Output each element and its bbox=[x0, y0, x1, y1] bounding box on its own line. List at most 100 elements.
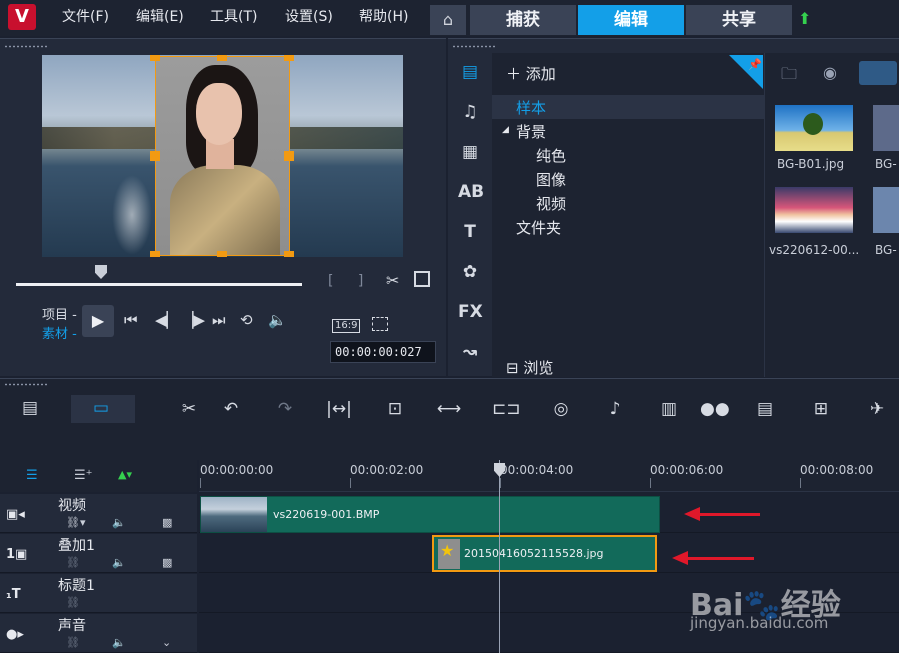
panel-grip[interactable] bbox=[452, 45, 496, 48]
timecode-field[interactable]: 00:00:00:027 bbox=[330, 341, 436, 363]
repeat-icon[interactable]: ⟲ bbox=[240, 311, 253, 329]
link-icon[interactable]: ⛓▾ bbox=[66, 516, 86, 529]
scrub-bar[interactable] bbox=[16, 283, 302, 286]
upload-icon[interactable]: ⬆ bbox=[798, 10, 816, 28]
mute-icon[interactable]: 🔈 bbox=[112, 636, 126, 649]
instant-project-icon[interactable]: ▦ bbox=[458, 141, 482, 163]
crop-icon[interactable] bbox=[372, 317, 388, 331]
scrub-thumb[interactable] bbox=[95, 265, 107, 279]
media-icon[interactable]: ▤ bbox=[458, 61, 482, 83]
timeline-view-button[interactable]: ▭ bbox=[71, 395, 135, 423]
aspect-ratio-selector[interactable]: 16:9 bbox=[332, 319, 361, 333]
view-toggle-button[interactable] bbox=[859, 61, 897, 85]
mixer-icon[interactable]: ◎ bbox=[548, 399, 574, 419]
tree-item-video[interactable]: 视频 bbox=[536, 193, 566, 214]
resize-handle[interactable] bbox=[284, 55, 294, 61]
graphic-icon[interactable]: ✿ bbox=[458, 261, 482, 283]
path-icon[interactable]: ↝ bbox=[458, 341, 482, 363]
home-button[interactable]: ⌂ bbox=[430, 5, 466, 35]
ripple-icon[interactable]: ▩ bbox=[162, 516, 172, 529]
capture-icon[interactable]: ◉ bbox=[823, 63, 837, 82]
track-header-voice[interactable]: ●▸ 声音 ⛓ 🔈 ⌄ bbox=[0, 614, 197, 653]
resize-handle[interactable] bbox=[284, 251, 294, 257]
track-header-title1[interactable]: ₁T 标题1 ⛓ bbox=[0, 574, 197, 613]
mute-icon[interactable]: 🔈 bbox=[112, 516, 126, 529]
filter-icon[interactable]: FX bbox=[458, 301, 483, 323]
tree-item-solid[interactable]: 纯色 bbox=[536, 145, 566, 166]
scissors-icon[interactable]: ✂ bbox=[386, 271, 399, 290]
library-thumb-vs220612[interactable] bbox=[775, 187, 853, 233]
tree-item-folder[interactable]: 文件夹 bbox=[516, 217, 561, 238]
link-icon[interactable]: ⛓ bbox=[66, 636, 80, 649]
panel-grip[interactable] bbox=[4, 383, 48, 386]
tree-item-image[interactable]: 图像 bbox=[536, 169, 566, 190]
panel-grip[interactable] bbox=[4, 45, 48, 48]
ripple-icon[interactable]: ▩ bbox=[162, 556, 172, 569]
split-icon[interactable]: ⟷ bbox=[436, 399, 462, 419]
fit-icon[interactable]: |↔| bbox=[326, 399, 352, 419]
tools-icon[interactable]: ✂ bbox=[176, 399, 202, 419]
go-end-icon[interactable]: ⏭ bbox=[212, 311, 226, 329]
add-track-icon[interactable]: ☰⁺ bbox=[74, 468, 93, 483]
mode-clip-label[interactable]: 素材 - bbox=[42, 323, 77, 342]
library-thumb-bg-partial[interactable] bbox=[873, 187, 899, 233]
tab-capture[interactable]: 捕获 bbox=[470, 5, 576, 35]
redo-icon[interactable]: ↷ bbox=[272, 399, 298, 419]
split-screen-icon[interactable]: ⊞ bbox=[808, 399, 834, 419]
play-button[interactable]: ▶ bbox=[82, 305, 114, 337]
timeline-ruler[interactable]: 00:00:00:00 00:00:02:00 00:00:04:00 00:0… bbox=[199, 460, 899, 492]
mute-icon[interactable]: 🔈 bbox=[112, 556, 126, 569]
storyboard-view-button[interactable]: ▤ bbox=[2, 395, 66, 423]
next-frame-icon[interactable]: ▕▶ bbox=[182, 311, 205, 329]
library-thumb-bg-b01[interactable] bbox=[775, 105, 853, 151]
title-icon[interactable]: T bbox=[458, 221, 482, 243]
link-icon[interactable]: ⛓ bbox=[66, 556, 80, 569]
mark-in-out-buttons[interactable]: [ ] bbox=[328, 273, 373, 289]
collapse-triangle-icon[interactable]: ◢ bbox=[502, 125, 509, 135]
resize-handle[interactable] bbox=[284, 151, 294, 161]
menu-settings[interactable]: 设置(S) bbox=[285, 6, 333, 26]
mask-icon[interactable]: ●● bbox=[700, 399, 730, 419]
menu-help[interactable]: 帮助(H) bbox=[359, 6, 408, 26]
freeze-icon[interactable]: ⊡ bbox=[382, 399, 408, 419]
resize-handle[interactable] bbox=[217, 55, 227, 61]
subtitle-icon[interactable]: ▤ bbox=[752, 399, 778, 419]
chapter-marker-icon[interactable]: ▲▾ bbox=[118, 468, 132, 481]
undo-icon[interactable]: ↶ bbox=[218, 399, 244, 419]
track-list-icon[interactable]: ☰ bbox=[26, 468, 38, 483]
resize-handle[interactable] bbox=[150, 251, 160, 257]
audio-wave-icon[interactable]: ♪ bbox=[602, 399, 628, 419]
tree-item-sample[interactable]: 样本 bbox=[516, 97, 546, 118]
trim-icon[interactable]: ⊏⊐ bbox=[492, 399, 521, 419]
playhead-line[interactable] bbox=[499, 460, 500, 653]
go-start-icon[interactable]: ⏮ bbox=[124, 311, 138, 329]
pin-icon[interactable]: 📌 bbox=[729, 55, 763, 89]
motion-icon[interactable]: ✈ bbox=[864, 399, 890, 419]
browse-button[interactable]: ⊟ 浏览 bbox=[506, 357, 553, 378]
overlay-image[interactable] bbox=[155, 56, 290, 256]
link-icon[interactable]: ⛓ bbox=[66, 596, 80, 609]
audio-icon[interactable]: ♫ bbox=[458, 101, 482, 123]
resize-handle[interactable] bbox=[150, 151, 160, 161]
add-folder-button[interactable]: ＋ 添加 bbox=[506, 63, 556, 84]
tab-share[interactable]: 共享 bbox=[686, 5, 792, 35]
prev-frame-icon[interactable]: ◀▏ bbox=[155, 311, 178, 329]
library-thumb-bg-partial[interactable] bbox=[873, 105, 899, 151]
menu-edit[interactable]: 编辑(E) bbox=[136, 6, 184, 26]
multicam-icon[interactable]: ▥ bbox=[656, 399, 682, 419]
overlay-clip[interactable]: ★ 20150416052115528.jpg bbox=[432, 535, 657, 572]
mode-project-label[interactable]: 项目 - bbox=[42, 304, 77, 323]
track-header-overlay1[interactable]: 1▣ 叠加1 ⛓ 🔈 ▩ bbox=[0, 534, 197, 573]
video-clip[interactable]: vs220619-001.BMP bbox=[200, 496, 660, 533]
snapshot-icon[interactable] bbox=[414, 271, 430, 287]
resize-handle[interactable] bbox=[217, 251, 227, 257]
menu-file[interactable]: 文件(F) bbox=[62, 6, 109, 26]
preview-window[interactable] bbox=[42, 55, 403, 257]
track-header-video[interactable]: ▣◂ 视频 ⛓▾ 🔈 ▩ bbox=[0, 494, 197, 533]
volume-icon[interactable]: 🔈 bbox=[268, 311, 287, 329]
tree-item-background[interactable]: 背景 bbox=[516, 121, 546, 142]
menu-tools[interactable]: 工具(T) bbox=[210, 6, 257, 26]
tab-edit[interactable]: 编辑 bbox=[578, 5, 684, 35]
resize-handle[interactable] bbox=[150, 55, 160, 61]
transition-icon[interactable]: AB bbox=[458, 181, 484, 203]
